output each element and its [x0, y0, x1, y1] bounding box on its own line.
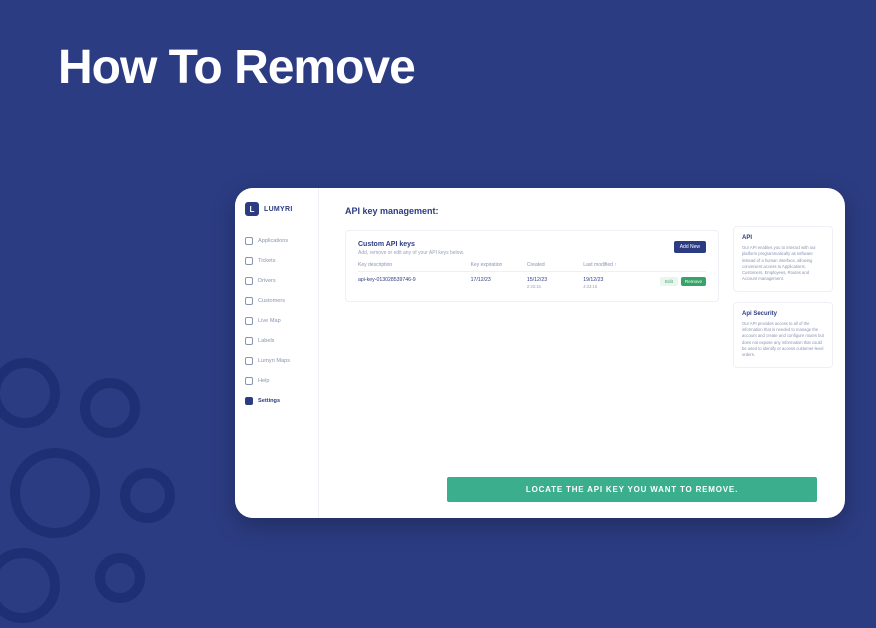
- remove-button[interactable]: Remove: [681, 277, 706, 286]
- info-body: Our API enables you to interact with our…: [742, 245, 824, 283]
- sidebar-item-drivers[interactable]: Drivers: [235, 272, 318, 290]
- col-modified[interactable]: Last modified ↑: [583, 262, 650, 268]
- sidebar-item-label: Applications: [258, 238, 288, 244]
- maps-icon: [245, 357, 253, 365]
- decorative-circles: [0, 328, 200, 628]
- instruction-banner: LOCATE THE API KEY YOU WANT TO REMOVE.: [447, 477, 817, 502]
- col-expiration: Key expiration: [471, 262, 527, 268]
- sidebar-item-help[interactable]: Help: [235, 372, 318, 390]
- info-title: Api Security: [742, 311, 824, 317]
- slide-title: How To Remove: [58, 40, 415, 95]
- applications-icon: [245, 237, 253, 245]
- sidebar-item-labels[interactable]: Labels: [235, 332, 318, 350]
- labels-icon: [245, 337, 253, 345]
- col-created: Created: [527, 262, 583, 268]
- sidebar-item-label: Live Map: [258, 318, 281, 324]
- sidebar-item-label: Help: [258, 378, 270, 384]
- drivers-icon: [245, 277, 253, 285]
- sidebar-item-applications[interactable]: Applications: [235, 232, 318, 250]
- customers-icon: [245, 297, 253, 305]
- tickets-icon: [245, 257, 253, 265]
- page-title: API key management:: [345, 206, 719, 216]
- sidebar-item-maps[interactable]: Lumyri Maps: [235, 352, 318, 370]
- sidebar-item-label: Tickets: [258, 258, 276, 264]
- info-security: Api Security Our API provides access to …: [733, 302, 833, 368]
- sidebar-item-label: Settings: [258, 398, 280, 404]
- content: API key management: Custom API keys Add,…: [319, 188, 733, 518]
- sidebar-item-label: Lumyri Maps: [258, 358, 290, 364]
- edit-button[interactable]: Edit: [660, 277, 678, 286]
- key-description: api-key-013028539746-9: [358, 277, 471, 283]
- table-row: api-key-013028539746-9 17/12/23 15/12/23…: [358, 272, 706, 289]
- keys-table: Key description Key expiration Created L…: [358, 262, 706, 289]
- sidebar-item-settings[interactable]: Settings: [235, 392, 318, 410]
- map-icon: [245, 317, 253, 325]
- main: API key management: Custom API keys Add,…: [319, 188, 845, 518]
- info-title: API: [742, 235, 824, 241]
- sidebar-item-label: Labels: [258, 338, 274, 344]
- right-panel: API Our API enables you to interact with…: [733, 188, 845, 518]
- app-window: L LUMYRI Applications Tickets Drivers Cu…: [235, 188, 845, 518]
- api-keys-card: Custom API keys Add, remove or edit any …: [345, 230, 719, 302]
- key-modified-time: 4:33:15: [583, 284, 650, 289]
- key-created-time: 2:33:15: [527, 284, 583, 289]
- brand-name: LUMYRI: [264, 206, 293, 213]
- table-header: Key description Key expiration Created L…: [358, 262, 706, 272]
- card-title: Custom API keys: [358, 241, 464, 248]
- key-created: 15/12/23: [527, 277, 583, 283]
- add-new-button[interactable]: Add New: [674, 241, 706, 253]
- sidebar-item-tickets[interactable]: Tickets: [235, 252, 318, 270]
- sidebar-item-livemap[interactable]: Live Map: [235, 312, 318, 330]
- key-expiration: 17/12/23: [471, 277, 527, 283]
- info-body: Our API provides access to all of the in…: [742, 321, 824, 359]
- info-api: API Our API enables you to interact with…: [733, 226, 833, 292]
- sidebar-item-customers[interactable]: Customers: [235, 292, 318, 310]
- sidebar-item-label: Customers: [258, 298, 285, 304]
- nav: Applications Tickets Drivers Customers L…: [235, 228, 318, 414]
- gear-icon: [245, 397, 253, 405]
- card-subtitle: Add, remove or edit any of your API keys…: [358, 250, 464, 256]
- sidebar: L LUMYRI Applications Tickets Drivers Cu…: [235, 188, 319, 518]
- brand-icon: L: [245, 202, 259, 216]
- col-description: Key description: [358, 262, 471, 268]
- brand: L LUMYRI: [235, 202, 318, 228]
- help-icon: [245, 377, 253, 385]
- key-modified: 19/12/23: [583, 277, 650, 283]
- sidebar-item-label: Drivers: [258, 278, 276, 284]
